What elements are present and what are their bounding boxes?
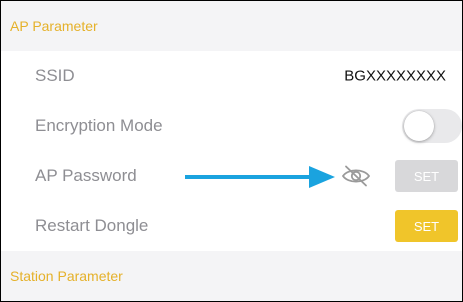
ssid-value: BGXXXXXXXX xyxy=(344,67,446,85)
ap-password-set-button[interactable]: SET xyxy=(395,160,458,192)
restart-dongle-label: Restart Dongle xyxy=(35,216,149,235)
encryption-mode-toggle[interactable] xyxy=(402,109,462,143)
station-parameter-header: Station Parameter xyxy=(1,251,462,301)
toggle-knob xyxy=(404,111,434,141)
ssid-label: SSID xyxy=(35,66,75,85)
encryption-mode-row: Encryption Mode xyxy=(1,101,462,151)
ssid-row: SSID BGXXXXXXXX xyxy=(1,51,462,101)
ap-parameter-header: AP Parameter xyxy=(1,1,462,51)
encryption-mode-label: Encryption Mode xyxy=(35,116,163,135)
restart-dongle-set-button[interactable]: SET xyxy=(395,210,458,242)
ap-parameter-title: AP Parameter xyxy=(10,18,98,34)
eye-slash-icon[interactable] xyxy=(341,165,371,187)
ap-password-label: AP Password xyxy=(35,166,137,185)
settings-panel: AP Parameter SSID BGXXXXXXXX Encryption … xyxy=(0,0,463,302)
restart-dongle-row: Restart Dongle SET xyxy=(1,201,462,251)
annotation-arrow-icon xyxy=(185,166,335,188)
station-parameter-title: Station Parameter xyxy=(10,268,123,284)
